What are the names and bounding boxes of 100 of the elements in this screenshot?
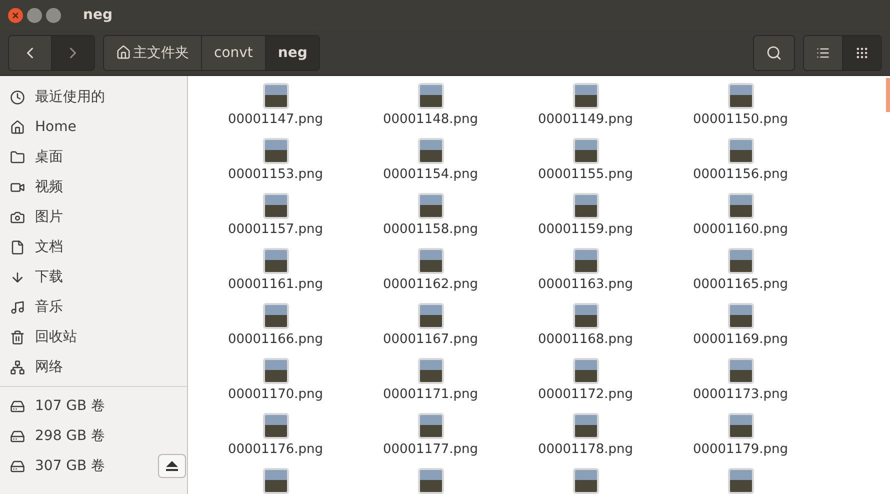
path-button[interactable]: neg bbox=[264, 36, 320, 70]
file-name[interactable]: 00001177.png bbox=[382, 442, 478, 457]
photo-placeholder[interactable] bbox=[262, 138, 288, 164]
path-button[interactable]: 主文件夹 bbox=[104, 36, 201, 70]
minimize-button[interactable] bbox=[27, 8, 42, 22]
file-name[interactable]: 00001168.png bbox=[538, 332, 634, 347]
photo-placeholder[interactable] bbox=[572, 303, 598, 329]
path-button[interactable]: convt bbox=[201, 36, 265, 70]
drive-icon bbox=[10, 458, 25, 474]
music-icon bbox=[10, 300, 25, 314]
file-name[interactable]: 00001150.png bbox=[692, 112, 788, 127]
sidebar-item[interactable]: Home bbox=[35, 119, 76, 135]
drive-icon bbox=[10, 398, 25, 414]
photo-placeholder[interactable] bbox=[728, 358, 754, 384]
photo-placeholder[interactable] bbox=[572, 83, 598, 109]
sidebar-item[interactable]: 回收站 bbox=[35, 328, 77, 346]
search-icon bbox=[766, 44, 782, 60]
eject-button[interactable] bbox=[158, 454, 186, 478]
file-name[interactable]: 00001154.png bbox=[382, 167, 478, 182]
file-name[interactable]: 00001149.png bbox=[538, 112, 634, 127]
drive-icon bbox=[10, 428, 25, 444]
search-button[interactable] bbox=[754, 36, 794, 70]
file-name[interactable]: 00001153.png bbox=[228, 167, 324, 182]
file-name[interactable]: 00001176.png bbox=[228, 442, 324, 457]
photo-placeholder[interactable] bbox=[728, 83, 754, 109]
photo-placeholder[interactable] bbox=[418, 303, 444, 329]
close-icon bbox=[12, 12, 19, 18]
file-name[interactable]: 00001169.png bbox=[692, 332, 788, 347]
photo-placeholder[interactable] bbox=[572, 248, 598, 274]
sidebar-item[interactable]: 298 GB 卷 bbox=[35, 427, 106, 445]
photo-placeholder[interactable] bbox=[262, 248, 288, 274]
window-title: neg bbox=[83, 7, 112, 23]
sidebar-item[interactable]: 网络 bbox=[35, 358, 63, 376]
file-name[interactable]: 00001155.png bbox=[538, 167, 634, 182]
sidebar-item[interactable]: 视频 bbox=[35, 178, 63, 196]
file-name[interactable]: 00001161.png bbox=[228, 277, 324, 292]
photo-placeholder[interactable] bbox=[418, 413, 444, 439]
file-name[interactable]: 00001179.png bbox=[692, 442, 788, 457]
photo-placeholder[interactable] bbox=[262, 358, 288, 384]
file-name[interactable]: 00001170.png bbox=[228, 387, 324, 402]
download-icon bbox=[10, 270, 25, 284]
photo-placeholder[interactable] bbox=[572, 193, 598, 219]
grid-view-button[interactable] bbox=[842, 36, 881, 70]
photo-placeholder[interactable] bbox=[728, 138, 754, 164]
photo-placeholder[interactable] bbox=[728, 248, 754, 274]
photo-placeholder[interactable] bbox=[572, 468, 598, 494]
network-icon bbox=[10, 360, 25, 374]
photo-placeholder[interactable] bbox=[418, 248, 444, 274]
photo-placeholder[interactable] bbox=[262, 303, 288, 329]
grid-icon bbox=[855, 46, 869, 60]
file-name[interactable]: 00001163.png bbox=[538, 277, 634, 292]
photo-placeholder[interactable] bbox=[418, 193, 444, 219]
file-name[interactable]: 00001148.png bbox=[382, 112, 478, 127]
photo-placeholder[interactable] bbox=[728, 468, 754, 494]
photo-placeholder[interactable] bbox=[728, 303, 754, 329]
file-name[interactable]: 00001158.png bbox=[382, 222, 478, 237]
close-button[interactable] bbox=[8, 8, 23, 22]
file-name[interactable]: 00001156.png bbox=[692, 167, 788, 182]
list-icon bbox=[816, 46, 830, 60]
file-name[interactable]: 00001159.png bbox=[538, 222, 634, 237]
sidebar-item[interactable]: 文档 bbox=[35, 238, 63, 256]
sidebar-item[interactable]: 107 GB 卷 bbox=[35, 397, 106, 415]
photo-placeholder[interactable] bbox=[418, 83, 444, 109]
photo-placeholder[interactable] bbox=[262, 83, 288, 109]
file-name[interactable]: 00001147.png bbox=[228, 112, 324, 127]
photo-placeholder[interactable] bbox=[418, 468, 444, 494]
photo-placeholder[interactable] bbox=[572, 138, 598, 164]
sidebar-item[interactable]: 桌面 bbox=[35, 148, 63, 166]
sidebar-item[interactable]: 最近使用的 bbox=[35, 88, 105, 106]
file-name[interactable]: 00001172.png bbox=[538, 387, 634, 402]
file-name[interactable]: 00001171.png bbox=[382, 387, 478, 402]
photo-placeholder[interactable] bbox=[572, 413, 598, 439]
maximize-button[interactable] bbox=[46, 8, 61, 22]
file-name[interactable]: 00001166.png bbox=[228, 332, 324, 347]
photo-placeholder[interactable] bbox=[262, 468, 288, 494]
photo-placeholder[interactable] bbox=[418, 138, 444, 164]
photo-placeholder[interactable] bbox=[418, 358, 444, 384]
photo-placeholder[interactable] bbox=[728, 193, 754, 219]
file-name[interactable]: 00001162.png bbox=[382, 277, 478, 292]
home-icon bbox=[10, 120, 25, 134]
sidebar-item[interactable]: 图片 bbox=[35, 208, 63, 226]
sidebar-item[interactable]: 音乐 bbox=[35, 298, 63, 316]
home-icon bbox=[116, 45, 131, 60]
photo-placeholder[interactable] bbox=[572, 358, 598, 384]
desktop-icon bbox=[10, 150, 25, 164]
file-name[interactable]: 00001165.png bbox=[692, 277, 788, 292]
sidebar-item[interactable]: 下载 bbox=[35, 268, 63, 286]
file-name[interactable]: 00001157.png bbox=[228, 222, 324, 237]
photo-placeholder[interactable] bbox=[262, 413, 288, 439]
list-view-button[interactable] bbox=[804, 36, 842, 70]
file-name[interactable]: 00001173.png bbox=[692, 387, 788, 402]
photo-placeholder[interactable] bbox=[262, 193, 288, 219]
recent-icon bbox=[10, 90, 25, 104]
photo-placeholder[interactable] bbox=[728, 413, 754, 439]
sidebar-item[interactable]: 307 GB 卷 bbox=[35, 457, 106, 475]
file-name[interactable]: 00001160.png bbox=[692, 222, 788, 237]
document-icon bbox=[10, 240, 25, 254]
pictures-icon bbox=[10, 210, 25, 224]
file-name[interactable]: 00001167.png bbox=[382, 332, 478, 347]
file-name[interactable]: 00001178.png bbox=[538, 442, 634, 457]
